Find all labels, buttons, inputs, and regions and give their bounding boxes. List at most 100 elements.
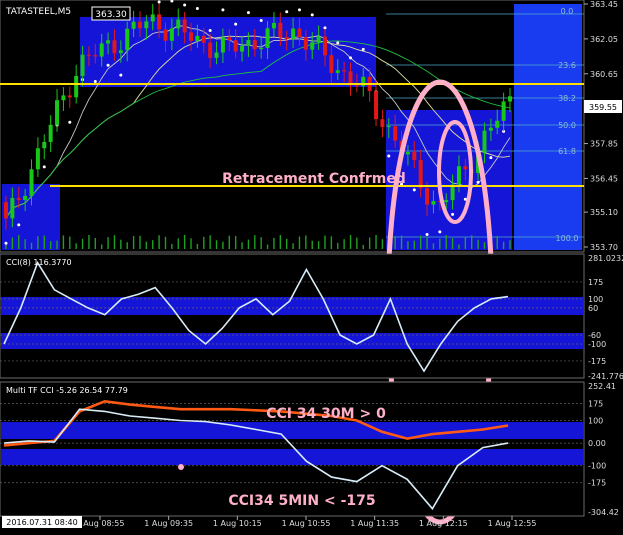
- cci5-annotation: CCI34 5MIN < -175: [228, 493, 375, 509]
- sar-dot: [412, 188, 416, 192]
- candle-body: [137, 21, 142, 29]
- time-tick-label: 1 Aug 11:35: [350, 519, 399, 528]
- candle-body: [150, 14, 155, 22]
- mtf-band-lower: [1, 449, 583, 465]
- fib-label: 50.0: [558, 121, 576, 130]
- candle-body: [342, 70, 347, 72]
- price-tick-label: 360.65: [590, 70, 618, 79]
- sar-dot: [425, 233, 429, 237]
- sar-dot: [221, 8, 225, 12]
- candle-body: [265, 28, 270, 48]
- cci-tick-label: 175: [588, 278, 603, 287]
- candle-body: [322, 36, 327, 56]
- sar-dot: [349, 56, 353, 60]
- mtf-tick-label: 175: [588, 400, 603, 409]
- candle-body: [112, 40, 117, 54]
- sar-dot: [93, 79, 97, 83]
- candle-body: [220, 37, 225, 53]
- sar-dot: [259, 18, 263, 22]
- sar-dot: [42, 165, 46, 169]
- candle-body: [131, 21, 136, 29]
- cci-panel-frame: [0, 253, 585, 379]
- fib-label: 100.0: [556, 234, 579, 243]
- cci-tick-label: -175: [588, 357, 606, 366]
- sar-dot: [106, 63, 110, 67]
- sar-dot: [4, 241, 8, 245]
- sar-dot: [489, 156, 493, 160]
- candle-body: [144, 21, 149, 29]
- price-tick-label: 353.70: [590, 243, 618, 252]
- cci-tick-label: -100: [588, 340, 606, 349]
- candle-body: [48, 124, 53, 142]
- candle-body: [163, 29, 168, 41]
- price-tick-label: 357.85: [590, 140, 618, 149]
- sar-dot: [361, 47, 365, 51]
- time-tick-label: 1 Aug 09:35: [144, 519, 193, 528]
- sar-dot: [157, 0, 161, 4]
- candle-body: [29, 169, 34, 196]
- candle-body: [316, 36, 321, 43]
- candle-body: [233, 40, 238, 52]
- candle-body: [86, 54, 91, 56]
- candle-body: [208, 42, 213, 58]
- candle-body: [201, 35, 206, 43]
- fib-label: 0.0: [561, 7, 574, 16]
- candle-body: [252, 40, 257, 50]
- time-tick-label: 1 Aug 10:55: [282, 519, 331, 528]
- sar-dot: [17, 223, 21, 227]
- candle-body: [259, 47, 264, 50]
- start-time-text: 2016.07.31 08:40: [6, 518, 77, 527]
- candle-body: [23, 195, 28, 200]
- cci-tick-label: 60: [588, 304, 598, 313]
- ohlc-text: 363.30: [95, 10, 127, 20]
- candle-body: [412, 152, 417, 160]
- mtf-tick-label: 100: [588, 416, 603, 425]
- mtf-band-upper: [1, 422, 583, 439]
- candle-body: [157, 14, 162, 30]
- sar-dot: [234, 22, 238, 26]
- sar-dot: [451, 212, 455, 216]
- candle-body: [374, 91, 379, 120]
- candle-body: [42, 141, 47, 149]
- cci30-annotation: CCI 34 30M > 0: [266, 406, 386, 422]
- time-tick-label: 1 Aug 12:55: [488, 519, 537, 528]
- sar-dot: [208, 28, 212, 32]
- sar-dot: [183, 3, 187, 7]
- candle-body: [425, 188, 430, 205]
- mtf-tick-label: -304.42: [588, 508, 619, 517]
- cci-tick-label: 281.0232: [588, 254, 623, 263]
- fib-label: 38.2: [558, 94, 576, 103]
- time-tick-label: 1 Aug 10:15: [213, 519, 262, 528]
- price-axis: 363.45362.05360.65359.25357.85356.45355.…: [584, 0, 618, 252]
- mtf-label: Multi TF CCI -5.26 26.54 77.79: [6, 386, 128, 395]
- candle-body: [278, 22, 283, 38]
- price-tick-label: 355.10: [590, 208, 618, 217]
- sar-dot: [438, 230, 442, 234]
- sar-dot: [310, 13, 314, 17]
- candle-body: [431, 201, 436, 205]
- candle-body: [393, 126, 398, 141]
- sar-dot: [119, 73, 123, 77]
- candle-body: [74, 75, 79, 98]
- price-tick-label: 362.05: [590, 35, 618, 44]
- candle-body: [463, 166, 468, 170]
- cci-tick-label: -60: [588, 331, 601, 340]
- candle-body: [501, 101, 506, 121]
- candle-body: [55, 100, 60, 125]
- candle-body: [246, 40, 251, 46]
- mtf-tick-label: 252.41: [588, 382, 616, 391]
- cci-tick-label: -241.776: [588, 372, 623, 381]
- cci-band-upper: [1, 297, 583, 315]
- cci-label: CCI(8) 116.3770: [6, 258, 72, 267]
- candle-body: [335, 70, 340, 73]
- mtf-axis: 252.41 175 100 0.00 -100 -175 -304.42: [588, 382, 619, 517]
- candle-body: [4, 202, 8, 219]
- time-axis: 1 Aug 08:55 1 Aug 09:35 1 Aug 10:15 1 Aug 1…: [76, 516, 537, 528]
- candle-body: [214, 52, 219, 58]
- candle-body: [386, 126, 391, 128]
- price-tick-label: 363.45: [590, 0, 618, 9]
- candle-body: [106, 40, 111, 44]
- sar-dot: [297, 8, 301, 12]
- candle-body: [99, 43, 104, 57]
- sar-dot: [336, 41, 340, 45]
